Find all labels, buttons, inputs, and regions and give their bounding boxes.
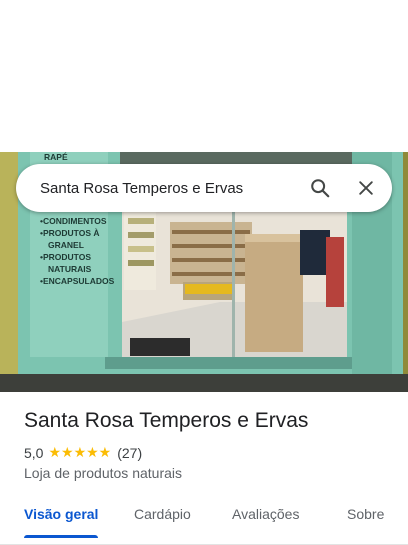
sign-line: RAPÉ xyxy=(44,152,68,162)
rating-value: 5,0 xyxy=(24,444,44,461)
sign-line: GRANEL xyxy=(48,240,84,250)
sign-line: NATURAIS xyxy=(48,264,92,274)
tab-reviews[interactable]: Avaliações xyxy=(232,506,299,522)
sign-line: •ENCAPSULADOS xyxy=(40,276,115,286)
search-query[interactable]: Santa Rosa Temperos e Ervas xyxy=(40,180,300,197)
star-rating-icon: ★★★★★ xyxy=(48,444,112,460)
tab-overview[interactable]: Visão geral xyxy=(24,506,98,522)
place-title: Santa Rosa Temperos e Ervas xyxy=(24,409,309,432)
sign-line: •CONDIMENTOS xyxy=(40,216,107,226)
review-count[interactable]: (27) xyxy=(117,445,142,461)
search-button[interactable] xyxy=(300,168,340,208)
tab-bar: Visão geral Cardápio Avaliações Sobre xyxy=(0,495,408,545)
sign-line: •PRODUTOS À xyxy=(40,228,100,238)
clear-button[interactable] xyxy=(346,168,386,208)
tab-menu[interactable]: Cardápio xyxy=(134,506,191,522)
active-tab-indicator xyxy=(24,535,98,538)
tab-about[interactable]: Sobre xyxy=(347,506,384,522)
close-icon xyxy=(359,181,373,195)
sign-line: •PRODUTOS xyxy=(40,252,91,262)
search-icon xyxy=(311,179,330,198)
search-bar[interactable]: Santa Rosa Temperos e Ervas xyxy=(16,164,392,212)
rating-row[interactable]: 5,0 ★★★★★ (27) xyxy=(24,444,142,461)
place-category[interactable]: Loja de produtos naturais xyxy=(24,465,182,481)
